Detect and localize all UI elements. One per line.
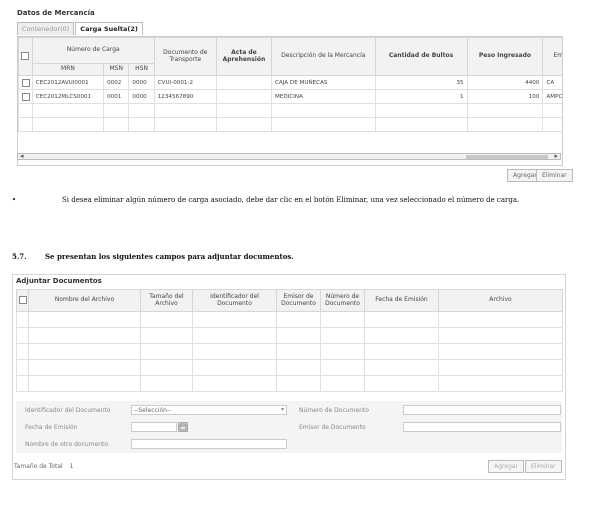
bullet-icon: • [12, 196, 17, 204]
col-tamano-archivo[interactable]: Tamaño del Archivo [140, 289, 193, 312]
select-all-checkbox[interactable] [21, 52, 30, 61]
row-checkbox[interactable] [22, 78, 30, 87]
tab-contenedor[interactable]: Contenedor(0) [17, 22, 75, 35]
merch-delete-button[interactable]: Eliminar [536, 169, 573, 182]
cell-documento: 1234567890 [153, 89, 217, 104]
numero-documento-input[interactable] [403, 405, 561, 415]
merch-panel-title: Datos de Mercancía [17, 9, 95, 17]
tamano-total-label: Tamaño de Total 1 [14, 463, 73, 470]
emisor-documento-input[interactable] [403, 422, 561, 432]
identificador-select[interactable]: --Selección-- ▾ [131, 405, 287, 415]
identificador-select-value: --Selección-- [134, 407, 172, 414]
attach-grid: Nombre del Archivo Tamaño del Archivo Id… [16, 289, 563, 392]
chevron-down-icon[interactable]: ▾ [281, 406, 284, 413]
cell-cantidad: 1 [374, 89, 468, 104]
scroll-left-icon[interactable]: ◂ [20, 152, 24, 160]
col-descripcion[interactable]: Descripción de la Mercancía [271, 37, 376, 76]
cell-acta [215, 89, 273, 104]
tamano-total-value: 1 [69, 463, 74, 470]
merch-grid: Número de Carga Documento de Transporte … [18, 37, 562, 132]
cell-hsn: 0000 [128, 75, 155, 90]
calendar-icon-glyph [179, 423, 187, 431]
otro-documento-label: Nombre de otro documento [25, 441, 109, 448]
col-acta[interactable]: Acta de Aprehensión [215, 37, 273, 76]
cell-msn: 0001 [103, 89, 130, 104]
scroll-right-icon[interactable]: ▸ [554, 152, 558, 160]
fecha-emision-label: Fecha de Emisión [25, 424, 78, 431]
emisor-documento-label: Emisor de Documento [299, 424, 366, 431]
attach-panel-title: Adjuntar Documentos [16, 277, 102, 285]
cell-documento: CVUI-0001-2 [153, 75, 217, 90]
select-all-header [18, 37, 33, 76]
col-archivo[interactable]: Archivo [438, 289, 563, 312]
col-fecha-emision[interactable]: Fecha de Emisión [364, 289, 439, 312]
calendar-icon[interactable] [178, 422, 188, 432]
attach-add-button[interactable]: Agregar [488, 460, 524, 473]
cell-extra: AMPOLL [542, 89, 562, 104]
tamano-total-text: Tamaño de Total [14, 463, 63, 470]
cell-peso: 4400 [466, 75, 544, 90]
cell-mrn: CEC2012AVUI0001 [31, 75, 105, 90]
cell-peso: 100 [466, 89, 544, 104]
section-number: 5.7. [12, 252, 27, 261]
col-numero-documento[interactable]: Número de Documento [320, 289, 365, 312]
attach-select-all-checkbox[interactable] [19, 296, 27, 305]
otro-documento-input[interactable] [131, 439, 287, 449]
identificador-label: Identificador del Documento [25, 407, 111, 414]
table-row[interactable]: CEC2012MLCS0001 0001 0000 1234567890 MED… [18, 89, 562, 104]
table-row[interactable]: CEC2012AVUI0001 0002 0000 CVUI-0001-2 CA… [18, 75, 562, 90]
cell-descripcion: MEDICINA [271, 89, 376, 104]
col-emisor[interactable]: Emisor de Documento [276, 289, 321, 312]
section-text: Se presentan los siguientes campos para … [45, 252, 294, 261]
col-documento[interactable]: Documento de Transporte [153, 37, 217, 76]
cell-extra: CA [542, 75, 562, 90]
col-hsn[interactable]: HSN [128, 63, 155, 76]
merch-tabs: Contenedor(0) Carga Suelta(2) [17, 22, 144, 35]
attach-panel: Adjuntar Documentos Nombre del Archivo T… [12, 274, 566, 480]
cell-hsn: 0000 [128, 89, 155, 104]
row-checkbox[interactable] [22, 92, 30, 101]
cell-msn: 0002 [103, 75, 130, 90]
col-nombre-archivo[interactable]: Nombre del Archivo [28, 289, 141, 312]
cell-descripcion: CAJA DE MUÑECAS [271, 75, 376, 90]
attach-delete-button[interactable]: Eliminar [525, 460, 562, 473]
merch-grid-container: Número de Carga Documento de Transporte … [17, 36, 563, 166]
col-numero-carga[interactable]: Número de Carga [31, 37, 155, 64]
bullet-paragraph: Si desea eliminar algún número de carga … [62, 196, 520, 204]
col-mrn[interactable]: MRN [31, 63, 105, 76]
col-peso[interactable]: Peso Ingresado [466, 37, 544, 76]
horizontal-scrollbar[interactable]: ◂ ▸ [17, 152, 561, 160]
col-identificador[interactable]: Identificador del Documento [192, 289, 277, 312]
numero-documento-label: Número de Documento [299, 407, 369, 414]
fecha-emision-input[interactable] [131, 422, 177, 432]
cell-mrn: CEC2012MLCS0001 [31, 89, 105, 104]
cell-acta [215, 75, 273, 90]
col-cantidad[interactable]: Cantidad de Bultos [374, 37, 468, 76]
scrollbar-thumb[interactable] [466, 155, 548, 159]
col-msn[interactable]: MSN [103, 63, 130, 76]
attach-select-header [16, 289, 29, 312]
cell-cantidad: 35 [374, 75, 468, 90]
tab-carga-suelta[interactable]: Carga Suelta(2) [75, 22, 143, 35]
col-extra[interactable]: Emb [542, 37, 562, 76]
